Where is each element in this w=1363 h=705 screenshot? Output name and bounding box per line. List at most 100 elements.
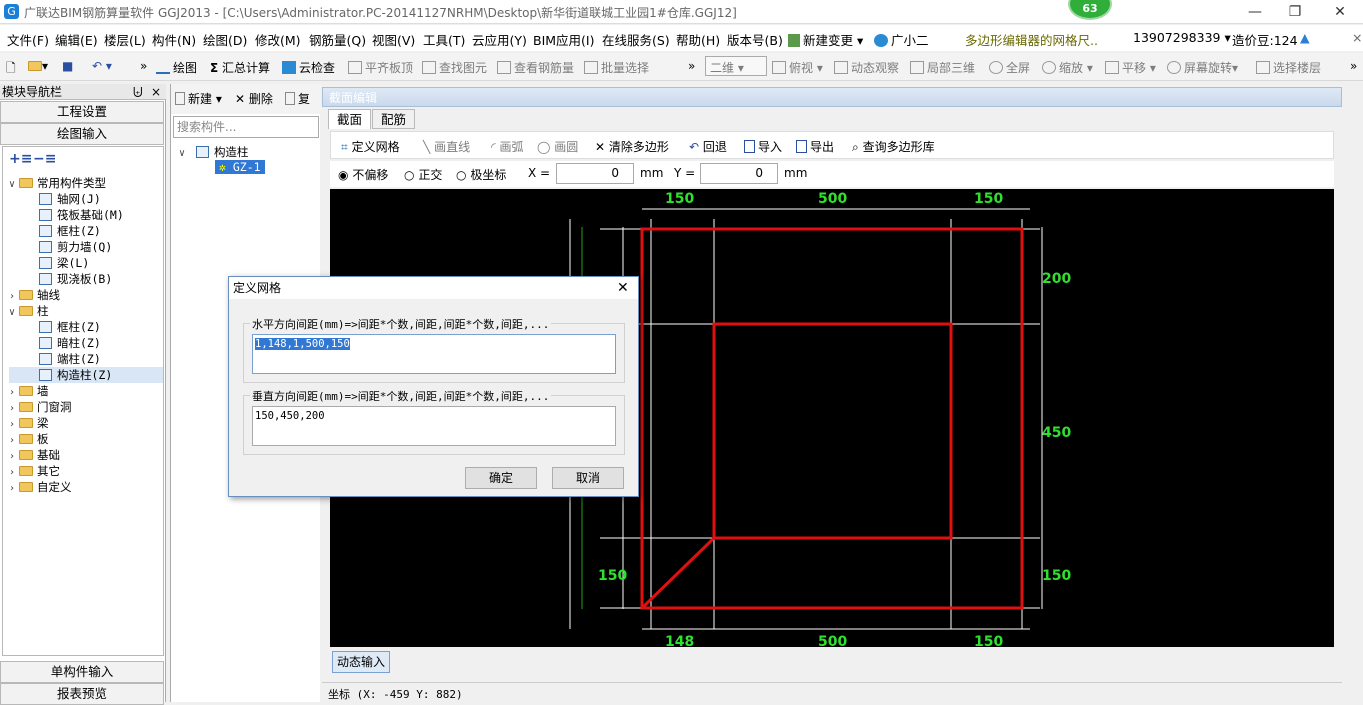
menu-modify[interactable]: 修改(M) [255,30,301,49]
tree-folder[interactable]: › 轴线 [9,287,163,303]
menu-cloud[interactable]: 云应用(Y) [472,30,527,49]
assistant-button[interactable]: 广小二 [874,30,929,49]
tab-rebar[interactable]: 配筋 [372,109,416,129]
menu-draw[interactable]: 绘图(D) [203,30,247,49]
minimize-button[interactable]: — [1235,2,1275,22]
expand-chevron-icon[interactable]: › [9,481,19,497]
copy-component-button[interactable]: 复 [285,90,310,107]
tree-item[interactable]: 框柱(Z) [9,319,163,335]
tree-folder[interactable]: › 墙 [9,383,163,399]
query-lib-button[interactable]: ⌕ 查询多边形库 [852,138,935,155]
undo-icon[interactable]: ↶ ▾ [92,59,112,73]
cancel-button[interactable]: 取消 [552,467,624,489]
batch-select-button[interactable]: 批量选择 [584,59,649,76]
component-search-input[interactable]: 搜索构件... [173,116,319,138]
collapse-all-icon[interactable]: −≡ [33,151,56,167]
toolbar-overflow-icon[interactable]: » [688,59,695,73]
open-folder-icon[interactable]: ▾ [28,59,48,73]
zoom-button[interactable]: 缩放 ▾ [1042,59,1093,76]
menu-steel[interactable]: 钢筋量(Q) [309,30,366,49]
menu-edit[interactable]: 编辑(E) [55,30,98,49]
y-input[interactable]: 0 [700,163,778,184]
clear-polygon-button[interactable]: ✕ 清除多边形 [595,138,669,155]
tab-section[interactable]: 截面 [328,109,372,129]
component-tree-root[interactable]: ∨ 构造柱 [179,144,248,160]
rotate-button[interactable]: 屏幕旋转▾ [1167,59,1238,76]
close-button[interactable]: ✕ [1320,2,1360,22]
menu-component[interactable]: 构件(N) [152,30,196,49]
cloud-check-button[interactable]: 云检查 [282,59,335,76]
delete-component-button[interactable]: ✕ 删除 [235,90,273,107]
drawing-input-button[interactable]: 绘图输入 [0,123,164,145]
menu-version[interactable]: 版本号(B) [727,30,783,49]
tree-item[interactable]: 剪力墙(Q) [9,239,163,255]
single-input-button[interactable]: 单构件输入 [0,661,164,683]
tree-item[interactable]: 构造柱(Z) [9,367,163,383]
radio-no-offset[interactable]: ◉ 不偏移 [338,166,388,183]
radio-orthogonal[interactable]: ○ 正交 [404,166,442,183]
menu-file[interactable]: 文件(F) [7,30,49,49]
vertical-spacing-input[interactable]: 150,450,200 [252,406,616,446]
tree-item[interactable]: 筏板基础(M) [9,207,163,223]
expand-all-icon[interactable]: +≡ [9,151,32,167]
account-phone[interactable]: 13907298339 ▾ [1133,30,1231,45]
new-file-icon[interactable]: 🗋 [6,59,16,80]
menu-tools[interactable]: 工具(T) [423,30,465,49]
dialog-close-icon[interactable]: ✕ [617,277,629,299]
view-steel-button[interactable]: 查看钢筋量 [497,59,574,76]
dynamic-view-button[interactable]: 动态观察 [834,59,899,76]
find-button[interactable]: 查找图元 [422,59,487,76]
project-settings-button[interactable]: 工程设置 [0,101,164,123]
draw-line-button[interactable]: ╲ 画直线 [423,138,470,155]
tree-folder[interactable]: › 梁 [9,415,163,431]
select-floor-button[interactable]: 选择楼层 [1256,59,1321,76]
dynamic-input-button[interactable]: 动态输入 [332,651,390,673]
tree-folder[interactable]: ∨ 常用构件类型 [9,175,163,191]
save-icon[interactable]: ■ [62,59,73,73]
draw-arc-button[interactable]: ◜ 画弧 [491,138,524,155]
menu-help[interactable]: 帮助(H) [676,30,720,49]
menu-view[interactable]: 视图(V) [372,30,415,49]
tree-folder[interactable]: ∨ 柱 [9,303,163,319]
toolbar-more-icon[interactable]: » [1350,59,1357,73]
tree-folder[interactable]: › 板 [9,431,163,447]
define-grid-button[interactable]: ⌗ 定义网格 [341,138,400,155]
overflow-icon[interactable]: » [140,59,147,73]
tree-folder[interactable]: › 自定义 [9,479,163,495]
tree-folder[interactable]: › 其它 [9,463,163,479]
local-3d-button[interactable]: 局部三维 [910,59,975,76]
tree-item[interactable]: 现浇板(B) [9,271,163,287]
view-mode-select[interactable]: 二维 ▾ [705,56,767,76]
menu-floor[interactable]: 楼层(L) [104,30,146,49]
tree-folder[interactable]: › 基础 [9,447,163,463]
component-item-gz1[interactable]: ✲ GZ-1 [215,160,265,174]
pin-icon[interactable]: ⨄ [133,84,143,100]
tree-item[interactable]: 端柱(Z) [9,351,163,367]
menu-online[interactable]: 在线服务(S) [602,30,670,49]
top-view-button[interactable]: 俯视 ▾ [772,59,823,76]
radio-polar[interactable]: ○ 极坐标 [456,166,506,183]
tree-item[interactable]: 梁(L) [9,255,163,271]
x-input[interactable]: 0 [556,163,634,184]
menu-close-icon[interactable]: × [1352,30,1362,45]
new-change-button[interactable]: 新建变更 ▾ [788,30,863,49]
bell-icon[interactable]: ▲ [1300,30,1310,45]
notice-text[interactable]: 多边形编辑器的网格尺.. [965,30,1098,49]
tree-item[interactable]: 框柱(Z) [9,223,163,239]
undo-button[interactable]: ↶ 回退 [689,138,727,155]
import-button[interactable]: 导入 [744,138,782,155]
draw-button[interactable]: 绘图 [156,59,197,76]
summary-button[interactable]: Σ 汇总计算 [210,59,270,76]
nav-close-icon[interactable]: × [151,84,161,100]
ok-button[interactable]: 确定 [465,467,537,489]
pan-button[interactable]: 平移 ▾ [1105,59,1156,76]
export-button[interactable]: 导出 [796,138,834,155]
new-component-button[interactable]: 新建 ▾ [175,90,222,107]
tree-folder[interactable]: › 门窗洞 [9,399,163,415]
horizontal-spacing-input[interactable]: 1,148,1,500,150 [252,334,616,374]
tree-item[interactable]: 轴网(J) [9,191,163,207]
menu-bim[interactable]: BIM应用(I) [533,30,595,49]
draw-circle-button[interactable]: ◯ 画圆 [537,138,578,155]
tree-item[interactable]: 暗柱(Z) [9,335,163,351]
maximize-button[interactable]: ❐ [1275,2,1315,22]
